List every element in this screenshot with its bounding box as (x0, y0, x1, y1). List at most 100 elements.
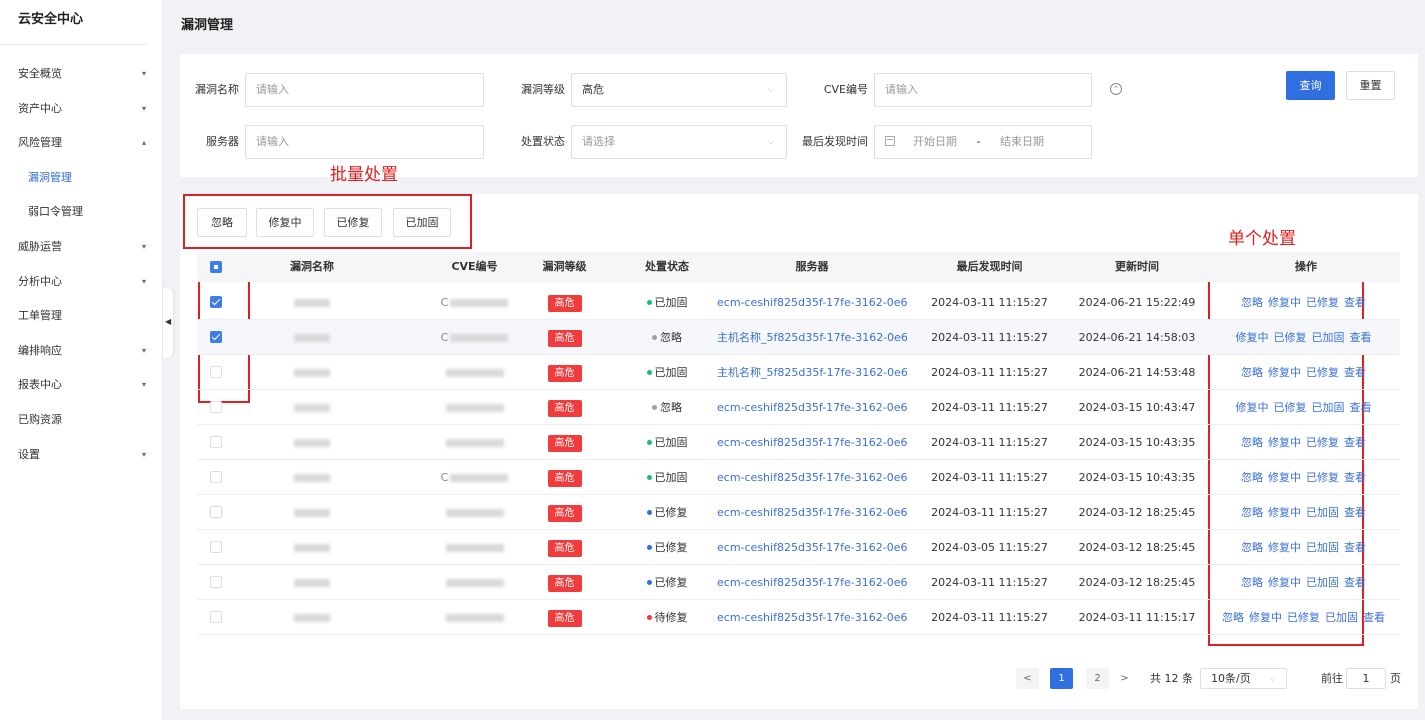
row-action-link[interactable]: 忽略 (1241, 366, 1263, 379)
row-checkbox[interactable] (210, 436, 222, 448)
sidebar-item-2[interactable]: 风险管理 ▴ (0, 131, 162, 155)
row-action-link[interactable]: 查看 (1344, 436, 1366, 449)
sidebar-item-11[interactable]: 设置 ▾ (0, 443, 162, 467)
row-checkbox[interactable] (210, 331, 222, 343)
redacted-text (294, 474, 330, 482)
server-link[interactable]: ecm-ceshif825d35f-17fe-3162-0e68-... (717, 296, 907, 309)
status-cell: 忽略 (612, 390, 722, 425)
sidebar-item-0[interactable]: 安全概览 ▾ (0, 62, 162, 86)
server-link[interactable]: ecm-ceshif825d35f-17fe-3162-0e68-... (717, 611, 907, 624)
row-action-link[interactable]: 已修复 (1306, 366, 1339, 379)
next-page-button[interactable]: > (1113, 668, 1136, 689)
table-row: C 高危 忽略 主机名称_5f825d35f-17fe-3162-0e68... 202… (197, 320, 1400, 355)
last-found-cell: 2024-03-11 11:15:27 (931, 331, 1048, 344)
row-action-link[interactable]: 查看 (1344, 541, 1366, 554)
server-cell: ecm-ceshif825d35f-17fe-3162-0e68-... (717, 390, 907, 425)
row-action-link[interactable]: 查看 (1363, 611, 1385, 624)
row-action-link[interactable]: 已加固 (1306, 541, 1339, 554)
cve-input[interactable]: 请输入 (874, 73, 1092, 107)
row-checkbox[interactable] (210, 611, 222, 623)
vuln-name-input[interactable]: 请输入 (245, 73, 484, 107)
row-action-link[interactable]: 已修复 (1274, 401, 1307, 414)
row-action-link[interactable]: 修复中 (1268, 576, 1301, 589)
server-link[interactable]: ecm-ceshif825d35f-17fe-3162-0e68-... (717, 401, 907, 414)
row-action-link[interactable]: 忽略 (1241, 436, 1263, 449)
row-action-link[interactable]: 修复中 (1268, 471, 1301, 484)
row-checkbox[interactable] (210, 506, 222, 518)
sidebar-collapse-button[interactable]: ◀ (163, 288, 173, 358)
row-action-link[interactable]: 忽略 (1222, 611, 1244, 624)
status-text: 已修复 (654, 576, 688, 589)
server-link[interactable]: ecm-ceshif825d35f-17fe-3162-0e68-... (717, 436, 907, 449)
row-action-link[interactable]: 忽略 (1241, 576, 1263, 589)
row-action-link[interactable]: 忽略 (1241, 541, 1263, 554)
sidebar-item-8[interactable]: 编排响应 ▾ (0, 339, 162, 363)
sidebar-item-10[interactable]: 已购资源 (0, 408, 162, 432)
select-all-checkbox[interactable] (210, 261, 222, 273)
row-action-link[interactable]: 忽略 (1241, 296, 1263, 309)
query-button[interactable]: 查询 (1286, 71, 1335, 100)
row-action-link[interactable]: 已加固 (1312, 331, 1345, 344)
page-number-button[interactable]: 1 (1050, 668, 1073, 689)
row-action-link[interactable]: 修复中 (1268, 436, 1301, 449)
sidebar-item-9[interactable]: 报表中心 ▾ (0, 373, 162, 397)
row-action-link[interactable]: 查看 (1350, 331, 1372, 344)
row-action-link[interactable]: 修复中 (1268, 296, 1301, 309)
server-link[interactable]: ecm-ceshif825d35f-17fe-3162-0e68-... (717, 576, 907, 589)
server-link[interactable]: 主机名称_5f825d35f-17fe-3162-0e68... (717, 366, 907, 379)
row-action-link[interactable]: 已修复 (1274, 331, 1307, 344)
row-action-link[interactable]: 查看 (1344, 506, 1366, 519)
sidebar-item-3[interactable]: 漏洞管理 (0, 166, 162, 190)
date-separator: - (976, 135, 981, 148)
page-number-button[interactable]: 2 (1086, 668, 1109, 689)
server-input[interactable]: 请输入 (245, 125, 484, 159)
row-checkbox[interactable] (210, 366, 222, 378)
row-action-link[interactable]: 查看 (1344, 576, 1366, 589)
server-link[interactable]: ecm-ceshif825d35f-17fe-3162-0e68-... (717, 541, 907, 554)
row-action-link[interactable]: 修复中 (1236, 401, 1269, 414)
server-link[interactable]: ecm-ceshif825d35f-17fe-3162-0e68-... (717, 471, 907, 484)
vuln-name-cell (257, 355, 367, 390)
row-action-link[interactable]: 已修复 (1306, 471, 1339, 484)
actions-cell: 修复中 已修复 已加固 查看 (1212, 320, 1400, 355)
row-action-link[interactable]: 查看 (1350, 401, 1372, 414)
sidebar-item-7[interactable]: 工单管理 (0, 304, 162, 328)
row-action-link[interactable]: 修复中 (1236, 331, 1269, 344)
row-action-link[interactable]: 查看 (1344, 366, 1366, 379)
row-action-link[interactable]: 已修复 (1287, 611, 1320, 624)
reset-button[interactable]: 重置 (1346, 71, 1395, 100)
level-select[interactable]: 高危 ⌵ (571, 73, 787, 107)
goto-page-input[interactable]: 1 (1346, 668, 1386, 689)
status-select[interactable]: 请选择 ⌵ (571, 125, 787, 159)
row-action-link[interactable]: 修复中 (1268, 366, 1301, 379)
row-action-link[interactable]: 已修复 (1306, 436, 1339, 449)
row-action-link[interactable]: 查看 (1344, 471, 1366, 484)
row-checkbox[interactable] (210, 541, 222, 553)
row-action-link[interactable]: 已加固 (1312, 401, 1345, 414)
row-action-link[interactable]: 已加固 (1306, 576, 1339, 589)
page-size-select[interactable]: 10条/页 ⌵ (1200, 668, 1287, 689)
row-action-link[interactable]: 忽略 (1241, 471, 1263, 484)
table-row: 高危 已修复 ecm-ceshif825d35f-17fe-3162-0e68-..… (197, 565, 1400, 600)
row-action-link[interactable]: 查看 (1344, 296, 1366, 309)
server-link[interactable]: 主机名称_5f825d35f-17fe-3162-0e68... (717, 331, 907, 344)
row-action-link[interactable]: 修复中 (1268, 541, 1301, 554)
row-action-link[interactable]: 已加固 (1306, 506, 1339, 519)
row-checkbox[interactable] (210, 471, 222, 483)
row-checkbox[interactable] (210, 401, 222, 413)
server-link[interactable]: ecm-ceshif825d35f-17fe-3162-0e68-... (717, 506, 907, 519)
row-action-link[interactable]: 已修复 (1306, 296, 1339, 309)
sidebar-item-4[interactable]: 弱口令管理 (0, 200, 162, 224)
prev-page-button[interactable]: < (1016, 668, 1039, 689)
row-action-link[interactable]: 修复中 (1268, 506, 1301, 519)
row-checkbox[interactable] (210, 296, 222, 308)
sidebar-item-5[interactable]: 威胁运营 ▾ (0, 235, 162, 259)
date-range-picker[interactable]: 开始日期 - 结束日期 (874, 125, 1092, 159)
row-action-link[interactable]: 忽略 (1241, 506, 1263, 519)
collapse-filter-icon[interactable]: ⌃ (1110, 83, 1122, 95)
row-checkbox[interactable] (210, 576, 222, 588)
row-action-link[interactable]: 修复中 (1249, 611, 1282, 624)
sidebar-item-6[interactable]: 分析中心 ▾ (0, 270, 162, 294)
row-action-link[interactable]: 已加固 (1325, 611, 1358, 624)
sidebar-item-1[interactable]: 资产中心 ▾ (0, 97, 162, 121)
